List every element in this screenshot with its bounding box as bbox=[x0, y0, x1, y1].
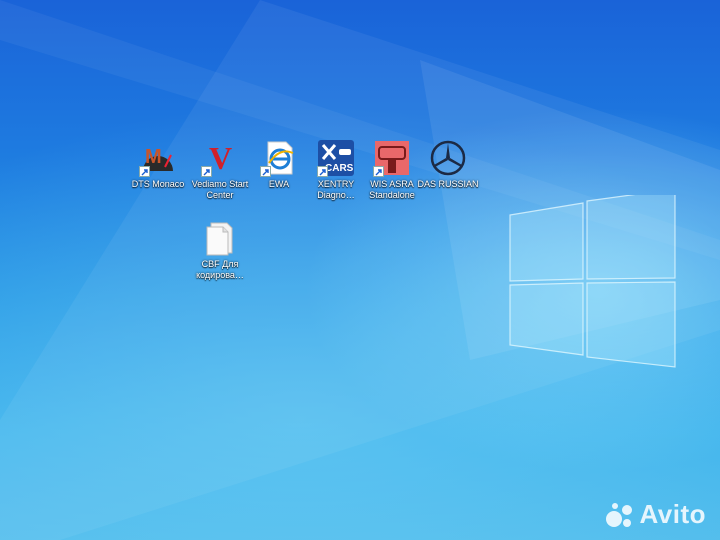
desktop-icon-ewa[interactable]: EWA bbox=[249, 139, 309, 190]
desktop-icon-label: Vediamo Start Center bbox=[191, 179, 249, 200]
desktop-icon-label: WIS ASRA Standalone bbox=[369, 179, 415, 200]
desktop-icon-vediamo[interactable]: V Vediamo Start Center bbox=[190, 139, 250, 201]
watermark-text: Avito bbox=[639, 499, 706, 529]
shortcut-arrow-icon bbox=[260, 166, 271, 177]
folder-icon bbox=[206, 222, 233, 256]
shortcut-arrow-icon bbox=[317, 166, 328, 177]
svg-text:CARS: CARS bbox=[325, 163, 354, 174]
avito-dots-icon bbox=[606, 502, 633, 527]
desktop-icon-label: DAS RUSSIAN bbox=[417, 179, 479, 189]
shortcut-arrow-icon bbox=[373, 166, 384, 177]
svg-text:V: V bbox=[209, 140, 232, 176]
mercedes-star-icon bbox=[430, 140, 466, 176]
windows-logo bbox=[509, 195, 676, 368]
desktop-icon-label: DTS Monaco bbox=[131, 179, 185, 189]
desktop-icon-label: XENTRY Diagno… bbox=[317, 179, 355, 200]
shortcut-arrow-icon bbox=[201, 166, 212, 177]
svg-text:M: M bbox=[145, 146, 162, 168]
desktop-icon-dts-monaco[interactable]: M DTS Monaco bbox=[128, 139, 188, 190]
desktop-icon-cbf[interactable]: CBF Для кодирова… bbox=[190, 219, 250, 281]
desktop-icon-label: CBF Для кодирова… bbox=[196, 259, 244, 280]
desktop-icon-das[interactable]: DAS RUSSIAN bbox=[417, 139, 479, 190]
desktop-icon-wis-asra[interactable]: WIS ASRA Standalone bbox=[362, 139, 422, 201]
avito-watermark: Avito bbox=[605, 499, 706, 530]
desktop-icon-label: EWA bbox=[268, 179, 290, 189]
desktop-icon-xentry[interactable]: CARS XENTRY Diagno… bbox=[306, 139, 366, 201]
shortcut-arrow-icon bbox=[139, 166, 150, 177]
desktop-background: M DTS Monaco V Vediamo Start Center EWA bbox=[0, 0, 720, 540]
